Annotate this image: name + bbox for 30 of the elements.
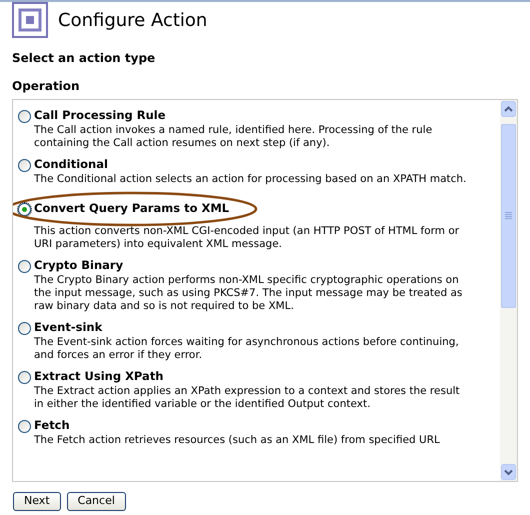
option-description: The Event-sink action forces waiting for asynchronous actions before continuing, and forces an error if they error. — [33, 336, 460, 362]
radio-button[interactable] — [18, 370, 31, 384]
next-button[interactable]: Next — [13, 492, 61, 511]
radio-button[interactable] — [18, 202, 31, 216]
option-description: This action converts non-XML CGI-encoded input (an HTTP POST of HTML form or URI parameters) into equivalent XML message. — [33, 225, 460, 251]
radio-button[interactable] — [18, 322, 31, 334]
option-radio[interactable]: Call Processing Rule — [18, 108, 496, 124]
radio-button[interactable] — [18, 110, 31, 122]
option-radio[interactable]: Event-sink — [18, 320, 496, 336]
field-label: Operation — [11, 78, 81, 95]
option-radio[interactable]: Fetch — [18, 418, 496, 434]
scroll-thumb[interactable] — [501, 124, 516, 308]
page-title: Configure Action — [58, 8, 208, 32]
option-description: The Extract action applies an XPath expression to a context and stores the result in either the identified variable or the identified Output context. — [33, 385, 461, 411]
option-description: The Call action invokes a named rule, identified here. Processing of the rule containing the Call action resumes on next step (if any). — [33, 124, 434, 150]
option-description: The Crypto Binary action performs non-XML specific cryptographic operations on the input message, such as using PKCS#7. The input message may be treated as raw binary data and so is not required to be XML. — [33, 274, 464, 313]
scrollbar[interactable] — [500, 100, 517, 481]
option-radio[interactable]: Crypto Binary — [18, 258, 496, 274]
radio-button[interactable] — [18, 420, 31, 432]
option-description: The Fetch action retrieves resources (such as an XML file) from specified URL — [33, 434, 441, 447]
radio-button[interactable] — [18, 158, 31, 172]
option-radio[interactable]: Extract Using XPath — [18, 369, 496, 385]
cancel-button[interactable]: Cancel — [66, 492, 126, 511]
option-description: The Conditional action selects an action for processing based on an XPATH match. — [33, 173, 468, 186]
option-radio[interactable]: Convert Query Params to XML — [18, 201, 496, 217]
section-heading: Select an action type — [11, 50, 156, 67]
option-radio[interactable]: Conditional — [18, 157, 496, 173]
radio-button[interactable] — [18, 260, 31, 272]
scroll-up-icon[interactable] — [501, 101, 516, 117]
scroll-down-icon[interactable] — [501, 464, 516, 480]
